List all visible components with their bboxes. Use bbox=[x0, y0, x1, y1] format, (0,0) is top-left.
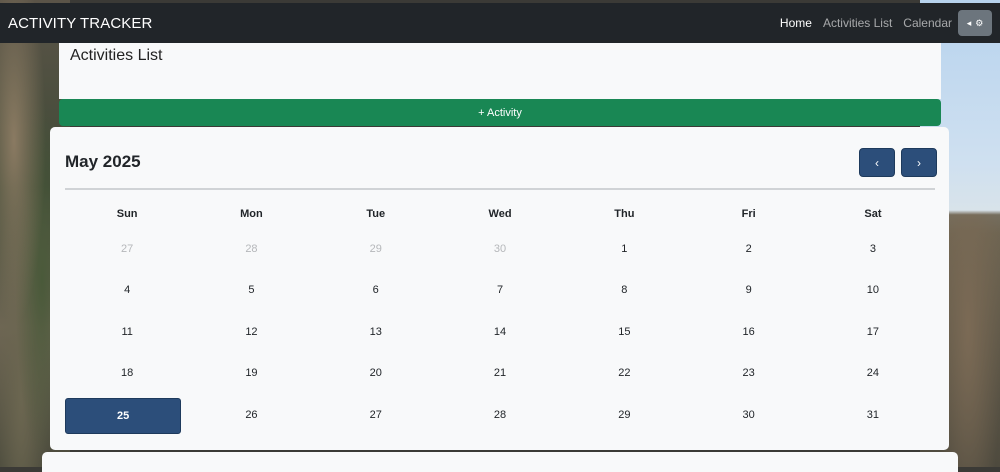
calendar-day[interactable]: 19 bbox=[189, 356, 313, 390]
add-activity-button[interactable]: + Activity bbox=[59, 99, 941, 126]
weekday-header: Fri bbox=[741, 208, 756, 220]
calendar-day[interactable]: 11 bbox=[65, 315, 189, 349]
calendar-day[interactable]: 9 bbox=[686, 273, 810, 307]
calendar-day[interactable]: 21 bbox=[438, 356, 562, 390]
calendar-day[interactable]: 20 bbox=[314, 356, 438, 390]
calendar-day[interactable]: 2 bbox=[686, 232, 810, 266]
nav-calendar[interactable]: Calendar bbox=[903, 16, 952, 30]
bottom-card bbox=[42, 452, 958, 472]
calendar-day[interactable]: 4 bbox=[65, 273, 189, 307]
calendar-day[interactable]: 13 bbox=[314, 315, 438, 349]
calendar-day[interactable]: 18 bbox=[65, 356, 189, 390]
weekday-header: Mon bbox=[240, 208, 263, 220]
calendar-day[interactable]: 15 bbox=[562, 315, 686, 349]
nav-home[interactable]: Home bbox=[780, 16, 812, 30]
calendar-day[interactable]: 22 bbox=[562, 356, 686, 390]
calendar-day[interactable]: 7 bbox=[438, 273, 562, 307]
calendar-day-outside-month[interactable]: 29 bbox=[314, 232, 438, 266]
calendar-day[interactable]: 3 bbox=[811, 232, 935, 266]
calendar-day-outside-month[interactable]: 30 bbox=[438, 232, 562, 266]
nav-links: Home Activities List Calendar ◂ ⚙ bbox=[769, 10, 1000, 36]
calendar-day-outside-month[interactable]: 28 bbox=[189, 232, 313, 266]
brand-logo[interactable]: ACTIVITY TRACKER bbox=[8, 15, 152, 32]
chevron-left-icon: ‹ bbox=[875, 155, 879, 170]
calendar-day[interactable]: 6 bbox=[314, 273, 438, 307]
weekday-header: Thu bbox=[614, 208, 635, 220]
calendar-day[interactable]: 17 bbox=[811, 315, 935, 349]
page-title: Activities List bbox=[70, 47, 163, 64]
sidebar-toggle-button[interactable]: ◂ ⚙ bbox=[958, 10, 992, 36]
calendar-day[interactable]: 24 bbox=[811, 356, 935, 390]
calendar-day[interactable]: 1 bbox=[562, 232, 686, 266]
calendar-day[interactable]: 5 bbox=[189, 273, 313, 307]
weekday-header: Wed bbox=[488, 208, 512, 220]
calendar-day[interactable]: 27 bbox=[314, 398, 438, 432]
calendar-day[interactable]: 31 bbox=[811, 398, 935, 432]
calendar: May 2025 ‹ › Sun Mon Tue Wed Thu Fri Sat 27 28 29… bbox=[50, 127, 949, 450]
prev-month-button[interactable]: ‹ bbox=[859, 148, 895, 177]
caret-left-icon: ◂ bbox=[966, 17, 972, 28]
weekday-header: Tue bbox=[366, 208, 386, 220]
calendar-day[interactable]: 29 bbox=[562, 398, 686, 432]
chevron-right-icon: › bbox=[917, 155, 921, 170]
calendar-day-outside-month[interactable]: 27 bbox=[65, 232, 189, 266]
calendar-grid: Sun Mon Tue Wed Thu Fri Sat 27 28 29 30 1 2 3 4 5 6 7 8 9 10… bbox=[65, 204, 935, 434]
calendar-divider bbox=[65, 188, 935, 190]
calendar-day[interactable]: 16 bbox=[686, 315, 810, 349]
calendar-day[interactable]: 28 bbox=[438, 398, 562, 432]
calendar-day[interactable]: 23 bbox=[686, 356, 810, 390]
calendar-day[interactable]: 10 bbox=[811, 273, 935, 307]
navbar: ACTIVITY TRACKER Home Activities List Ca… bbox=[0, 3, 1000, 43]
nav-activities-list[interactable]: Activities List bbox=[823, 16, 892, 30]
activities-header-card: Activities List bbox=[59, 43, 941, 99]
calendar-day[interactable]: 8 bbox=[562, 273, 686, 307]
calendar-day[interactable]: 12 bbox=[189, 315, 313, 349]
calendar-month-title: May 2025 bbox=[65, 152, 141, 171]
weekday-header: Sun bbox=[116, 208, 138, 220]
calendar-day[interactable]: 14 bbox=[438, 315, 562, 349]
weekday-header: Sat bbox=[864, 208, 882, 220]
calendar-day[interactable]: 30 bbox=[686, 398, 810, 432]
calendar-day-today[interactable]: 25 bbox=[65, 397, 182, 434]
next-month-button[interactable]: › bbox=[901, 148, 937, 177]
gear-icon: ⚙ bbox=[975, 17, 984, 28]
calendar-day[interactable]: 26 bbox=[189, 398, 313, 432]
